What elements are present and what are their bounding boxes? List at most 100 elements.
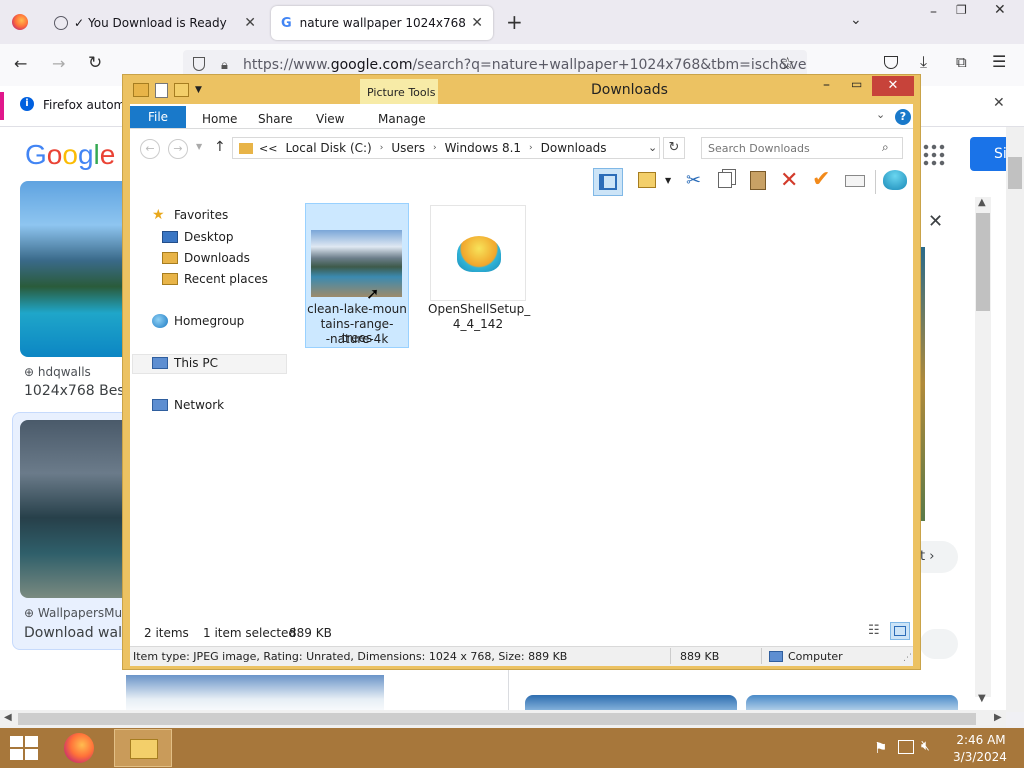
paste-icon[interactable] <box>750 171 766 190</box>
tab-download-ready[interactable]: ✓ You Download is Ready ✕ <box>44 6 266 40</box>
folder-small-icon <box>239 142 253 154</box>
result-image-1[interactable] <box>20 181 124 357</box>
start-windows-icon[interactable] <box>10 736 38 760</box>
sign-in-button[interactable]: Si <box>970 137 1006 171</box>
folder-app-icon[interactable] <box>133 83 149 97</box>
view-dropdown-icon[interactable]: ▼ <box>665 176 671 185</box>
tracking-shield-icon[interactable] <box>193 57 205 71</box>
volume-muted-icon[interactable]: 🔇︎ <box>921 738 930 754</box>
nav-desktop[interactable]: Desktop <box>162 230 234 244</box>
expand-ribbon-icon[interactable]: ⌄ <box>876 108 885 121</box>
reload-icon[interactable]: ↻ <box>88 53 102 73</box>
refresh-button[interactable]: ↻ <box>663 137 685 159</box>
nav-favorites[interactable]: ★ Favorites <box>152 208 228 222</box>
clock-time[interactable]: 2:46 AM <box>956 733 1006 747</box>
list-tabs-chevron-icon[interactable]: ⌄ <box>850 12 862 28</box>
page-scroll-thumb[interactable] <box>1008 157 1022 189</box>
copy-icon[interactable] <box>718 172 732 188</box>
action-center-flag-icon[interactable]: ⚑ <box>874 739 887 757</box>
google-logo[interactable]: Google <box>25 139 115 171</box>
page-scrollbar[interactable] <box>1006 127 1024 712</box>
menu-hamburger-icon[interactable]: ☰ <box>992 52 1006 71</box>
result-title-2[interactable]: Download wallp <box>24 625 135 641</box>
ribbon-tab-view[interactable]: View <box>306 108 354 130</box>
file-item-jpeg[interactable]: clean-lake-moun tains-range-trees -natur… <box>305 203 409 348</box>
new-folder-icon[interactable] <box>174 83 189 97</box>
check-icon: ✓ <box>74 16 85 30</box>
nav-downloads[interactable]: Downloads <box>162 251 250 265</box>
bookmark-star-icon[interactable]: ☆ <box>780 54 795 74</box>
large-icons-view-button[interactable] <box>890 622 910 640</box>
preview-scroll-up-icon[interactable]: ▲ <box>978 197 986 208</box>
taskbar: ⚑ 🔇︎ 2:46 AM 3/3/2024 <box>0 728 1024 768</box>
ribbon-tab-home[interactable]: Home <box>192 108 247 130</box>
close-icon[interactable]: ✕ <box>244 15 256 31</box>
close-window-icon[interactable]: ✕ <box>994 2 1006 18</box>
clock-date[interactable]: 3/3/2024 <box>952 750 1008 764</box>
breadcrumb-overflow[interactable]: << <box>259 142 277 155</box>
apps-grid-icon[interactable] <box>922 143 946 167</box>
customize-qat-icon[interactable]: ▼ <box>195 85 202 95</box>
extensions-icon[interactable]: ⧉ <box>956 53 967 71</box>
search-input[interactable] <box>708 140 878 156</box>
cut-icon[interactable]: ✂ <box>686 170 701 191</box>
back-button[interactable]: ← <box>140 139 160 159</box>
up-button[interactable]: ↑ <box>214 139 226 155</box>
change-view-icon[interactable] <box>638 172 656 188</box>
forward-arrow-icon[interactable]: → <box>52 54 65 73</box>
preview-scroll-down-icon[interactable]: ▼ <box>978 693 986 704</box>
tab-google-search[interactable]: G nature wallpaper 1024x768 - Go ✕ <box>271 6 493 40</box>
details-view-icon[interactable]: ☷ <box>868 623 880 638</box>
nav-network[interactable]: Network <box>152 398 224 412</box>
result-title-1[interactable]: 1024x768 Best <box>24 383 130 399</box>
ribbon-tab-file[interactable]: File <box>130 106 186 128</box>
lock-icon[interactable]: 🔒︎ <box>221 58 228 73</box>
close-button[interactable]: ✕ <box>872 76 914 96</box>
taskbar-explorer-button[interactable] <box>114 729 172 767</box>
close-notification-icon[interactable]: ✕ <box>993 95 1005 111</box>
openshell-toolbar-icon[interactable] <box>883 170 907 190</box>
ribbon-tab-manage[interactable]: Manage <box>368 108 436 130</box>
taskbar-firefox-icon[interactable] <box>64 733 94 763</box>
maximize-icon[interactable]: ▭ <box>851 77 862 91</box>
nav-homegroup[interactable]: Homegroup <box>152 314 244 328</box>
search-box[interactable]: ⌕ <box>701 137 903 159</box>
minimize-icon[interactable]: – <box>930 4 937 20</box>
rename-check-icon[interactable]: ✔ <box>812 167 830 192</box>
scroll-left-icon[interactable]: ◀ <box>4 712 12 723</box>
result-image-2[interactable] <box>20 420 124 598</box>
close-preview-icon[interactable]: ✕ <box>928 211 943 232</box>
restore-icon[interactable]: ❐ <box>956 3 967 17</box>
close-icon[interactable]: ✕ <box>471 15 483 31</box>
result-image-3[interactable] <box>126 675 384 712</box>
help-icon[interactable]: ? <box>895 109 911 125</box>
file-item-openshell[interactable] <box>430 205 526 301</box>
delete-icon[interactable]: ✕ <box>780 168 798 193</box>
firefox-icon[interactable] <box>12 14 28 30</box>
nav-this-pc[interactable]: This PC <box>152 356 218 370</box>
downloads-icon[interactable]: ⤓ <box>920 52 927 72</box>
horizontal-scrollbar[interactable]: ◀ ▶ <box>0 710 1006 728</box>
address-bar[interactable]: << Local Disk (C:) › Users › Windows 8.1 › … <box>232 137 660 159</box>
preview-pane-button[interactable] <box>593 168 623 196</box>
network-tray-icon[interactable] <box>898 740 914 754</box>
properties-toolbar-icon[interactable] <box>845 175 865 187</box>
ribbon-tab-share[interactable]: Share <box>248 108 303 130</box>
breadcrumb-windows[interactable]: Windows 8.1 <box>445 141 521 155</box>
resize-grip-icon[interactable]: ⋰ <box>903 653 912 663</box>
back-arrow-icon[interactable]: ← <box>14 54 27 73</box>
address-dropdown-icon[interactable]: ⌄ <box>648 141 657 154</box>
forward-button[interactable]: → <box>168 139 188 159</box>
breadcrumb-users[interactable]: Users <box>391 141 425 155</box>
scroll-right-icon[interactable]: ▶ <box>994 712 1002 723</box>
search-icon[interactable]: ⌕ <box>882 140 889 155</box>
preview-scroll-thumb[interactable] <box>976 213 990 311</box>
properties-icon[interactable] <box>155 82 168 98</box>
horizontal-scroll-thumb[interactable] <box>18 713 976 725</box>
new-tab-plus-icon[interactable]: + <box>506 10 523 34</box>
minimize-icon[interactable]: – <box>823 77 830 93</box>
breadcrumb-downloads[interactable]: Downloads <box>541 141 607 155</box>
breadcrumb-local-disk[interactable]: Local Disk (C:) <box>285 141 371 155</box>
recent-locations-icon[interactable]: ▼ <box>196 142 202 151</box>
nav-recent-places[interactable]: Recent places <box>162 272 268 286</box>
